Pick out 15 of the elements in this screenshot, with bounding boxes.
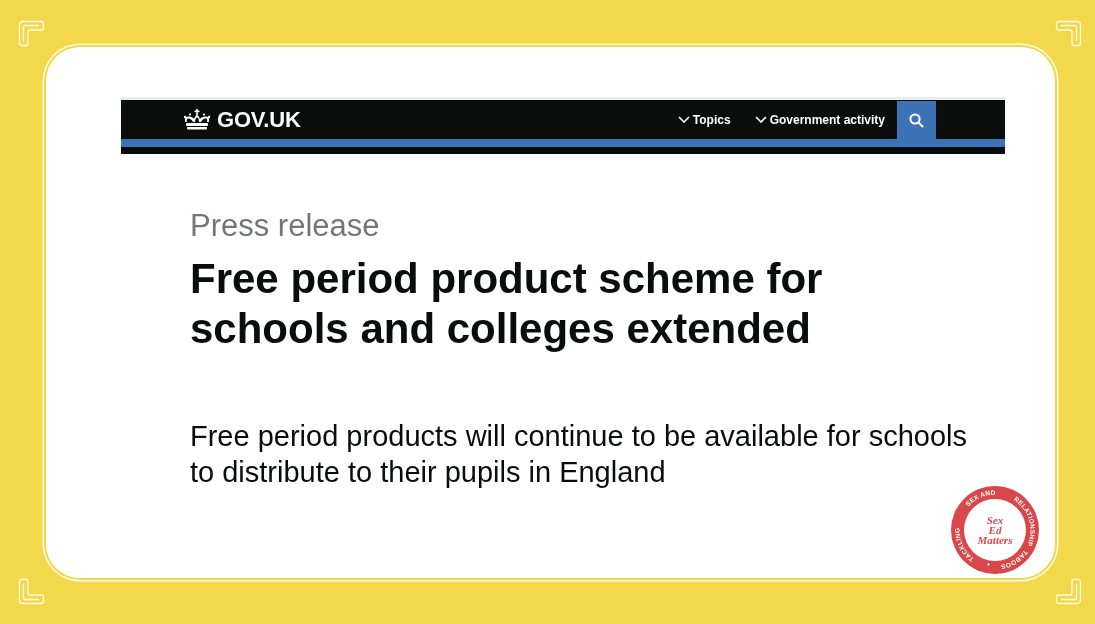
nav-menu-button[interactable]: Government activity xyxy=(754,112,885,127)
corner-bracket-icon xyxy=(18,20,45,47)
corner-bracket-icon xyxy=(1055,20,1082,47)
home-link[interactable]: GOV.UK xyxy=(183,100,301,139)
nav-menu-button[interactable]: Topics xyxy=(677,112,731,127)
separator-dot-icon xyxy=(987,563,990,566)
crown-icon xyxy=(183,109,211,130)
corner-bracket-icon xyxy=(18,578,45,605)
content-type-label: Press release xyxy=(190,208,380,244)
search-button[interactable] xyxy=(897,101,936,139)
page-summary: Free period products will continue to be available for schools to distribute to their pupils in England xyxy=(190,419,968,490)
stamp-wordmark: Sex Ed Matters xyxy=(977,513,1013,546)
corner-bracket-icon xyxy=(1055,578,1082,605)
search-icon xyxy=(909,112,924,128)
page-title: Free period product scheme for schools and colleges extended xyxy=(190,254,824,354)
